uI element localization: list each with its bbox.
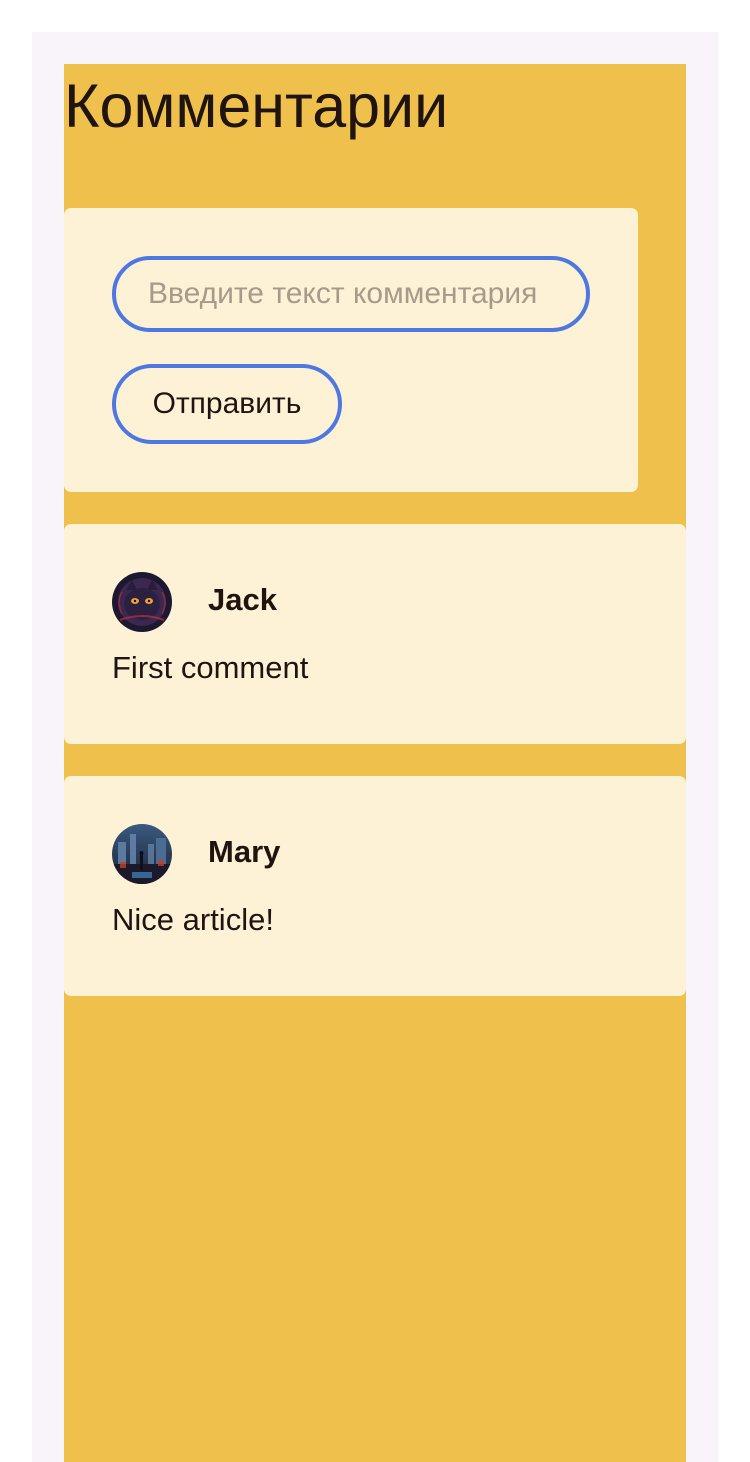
cat-avatar [112, 572, 172, 632]
send-button[interactable]: Отправить [112, 364, 342, 444]
comment-form: Отправить [64, 208, 638, 492]
comment-input[interactable] [112, 256, 590, 332]
comment-item: Mary Nice article! [64, 776, 686, 996]
comments-panel: Комментарии Отправить [64, 64, 686, 1462]
comment-author: Jack [208, 582, 277, 617]
comment-text: First comment [112, 650, 309, 685]
comment-author: Mary [208, 834, 281, 869]
comment-item: Jack First comment [64, 524, 686, 744]
city-avatar [112, 824, 172, 884]
page-container: Комментарии Отправить [32, 32, 718, 1462]
comment-text: Nice article! [112, 902, 274, 937]
page-title: Комментарии [64, 72, 449, 140]
